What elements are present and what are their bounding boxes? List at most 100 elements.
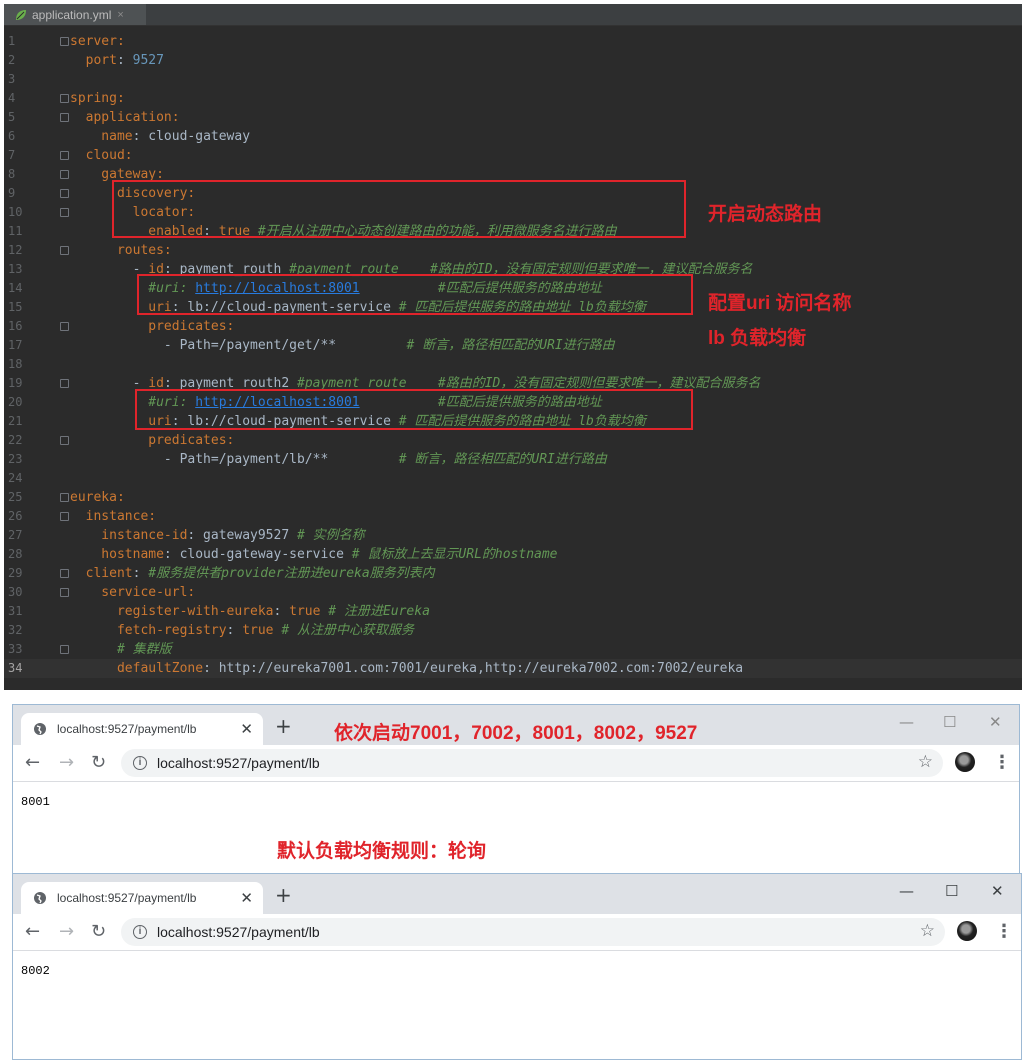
code-line[interactable]: 23 - Path=/payment/lb/** # 断言，路径相匹配的URI进… xyxy=(4,450,1022,469)
code-line[interactable]: 28 hostname: cloud-gateway-service # 鼠标放… xyxy=(4,545,1022,564)
code-token: service-url: xyxy=(70,585,196,600)
profile-avatar[interactable] xyxy=(957,921,977,941)
code-line[interactable]: 18 xyxy=(4,355,1022,374)
line-number: 22 xyxy=(8,433,23,447)
code-token: spring: xyxy=(70,91,125,106)
editor-tab-label: application.yml xyxy=(32,7,112,22)
code-line[interactable]: 3 xyxy=(4,70,1022,89)
fold-marker-icon[interactable] xyxy=(60,588,69,597)
highlight-discovery-box xyxy=(112,180,686,238)
fold-marker-icon[interactable] xyxy=(60,246,69,255)
line-number: 6 xyxy=(8,129,16,143)
fold-marker-icon[interactable] xyxy=(60,189,69,198)
code-token: port xyxy=(70,53,117,68)
code-line[interactable]: 33 # 集群版 xyxy=(4,640,1022,659)
fold-marker-icon[interactable] xyxy=(60,170,69,179)
forward-button[interactable]: → xyxy=(59,921,74,942)
fold-marker-icon[interactable] xyxy=(60,113,69,122)
code-token: - Path=/payment/lb/** xyxy=(70,452,399,467)
code-line[interactable]: 25 eureka: xyxy=(4,488,1022,507)
fold-marker-icon[interactable] xyxy=(60,645,69,654)
code-token: predicates: xyxy=(70,319,235,334)
code-line[interactable]: 12 routes: xyxy=(4,241,1022,260)
code-text: - Path=/payment/get/** # 断言，路径相匹配的URI进行路… xyxy=(70,336,615,355)
code-line[interactable]: 26 instance: xyxy=(4,507,1022,526)
tab-close-icon[interactable]: ✕ xyxy=(240,889,253,907)
code-line[interactable]: 27 instance-id: gateway9527 # 实例名称 xyxy=(4,526,1022,545)
bookmark-star-icon[interactable]: ☆ xyxy=(918,752,933,772)
maximize-button[interactable]: ☐ xyxy=(943,713,956,731)
code-text: application: xyxy=(70,108,180,127)
code-line[interactable]: 32 fetch-registry: true # 从注册中心获取服务 xyxy=(4,621,1022,640)
browser-menu-icon[interactable]: ⋮ xyxy=(995,921,1013,942)
window-close-button[interactable]: ✕ xyxy=(989,713,1002,731)
browser-menu-icon[interactable]: ⋮ xyxy=(993,752,1011,773)
code-line[interactable]: 29 client: #服务提供者provider注册进eureka服务列表内 xyxy=(4,564,1022,583)
back-button[interactable]: ← xyxy=(25,921,40,942)
code-line[interactable]: 17 - Path=/payment/get/** # 断言，路径相匹配的URI… xyxy=(4,336,1022,355)
code-line[interactable]: 2 port: 9527 xyxy=(4,51,1022,70)
fold-marker-icon[interactable] xyxy=(60,37,69,46)
code-line[interactable]: 24 xyxy=(4,469,1022,488)
minimize-button[interactable]: — xyxy=(899,882,914,900)
fold-marker-icon[interactable] xyxy=(60,322,69,331)
new-tab-button[interactable]: + xyxy=(275,883,292,907)
info-icon[interactable]: i xyxy=(133,925,147,939)
bookmark-star-icon[interactable]: ☆ xyxy=(920,921,935,941)
code-text: server: xyxy=(70,32,125,51)
profile-avatar[interactable] xyxy=(955,752,975,772)
tab-close-icon[interactable]: ✕ xyxy=(240,720,253,738)
code-line[interactable]: 5 application: xyxy=(4,108,1022,127)
fold-marker-icon[interactable] xyxy=(60,94,69,103)
code-token: # 断言，路径相匹配的URI进行路由 xyxy=(398,452,607,467)
code-token: : xyxy=(132,566,149,581)
code-line[interactable]: 1 server: xyxy=(4,32,1022,51)
code-line[interactable]: 34 defaultZone: http://eureka7001.com:70… xyxy=(4,659,1022,678)
code-token: client xyxy=(70,566,133,581)
code-token: : xyxy=(116,53,133,68)
address-bar[interactable]: i localhost:9527/payment/lb ☆ xyxy=(121,749,943,777)
maximize-button[interactable]: ☐ xyxy=(945,882,958,900)
line-number: 14 xyxy=(8,281,23,295)
fold-marker-icon[interactable] xyxy=(60,493,69,502)
line-number: 9 xyxy=(8,186,16,200)
code-text: port: 9527 xyxy=(70,51,164,70)
browser-window-2: localhost:9527/payment/lb ✕ + — ☐ ✕ ← → … xyxy=(12,873,1022,1060)
code-line[interactable]: 6 name: cloud-gateway xyxy=(4,127,1022,146)
browser-tab[interactable]: localhost:9527/payment/lb ✕ xyxy=(21,713,263,745)
new-tab-button[interactable]: + xyxy=(275,714,292,738)
forward-button[interactable]: → xyxy=(59,752,74,773)
code-line[interactable]: 16 predicates: xyxy=(4,317,1022,336)
line-number: 16 xyxy=(8,319,23,333)
back-button[interactable]: ← xyxy=(25,752,40,773)
code-line[interactable]: 22 predicates: xyxy=(4,431,1022,450)
code-line[interactable]: 31 register-with-eureka: true # 注册进Eurek… xyxy=(4,602,1022,621)
line-number: 29 xyxy=(8,566,23,580)
code-token: # 鼠标放上去显示URL的hostname xyxy=(351,547,558,562)
fold-marker-icon[interactable] xyxy=(60,512,69,521)
minimize-button[interactable]: — xyxy=(899,713,914,731)
fold-marker-icon[interactable] xyxy=(60,379,69,388)
code-token: : cloud-gateway xyxy=(132,129,251,144)
code-token: true xyxy=(242,623,282,638)
fold-marker-icon[interactable] xyxy=(60,208,69,217)
code-line[interactable]: 7 cloud: xyxy=(4,146,1022,165)
reload-button[interactable]: ↻ xyxy=(91,921,106,942)
info-icon[interactable]: i xyxy=(133,756,147,770)
fold-marker-icon[interactable] xyxy=(60,569,69,578)
close-icon[interactable]: × xyxy=(117,9,123,21)
window-close-button[interactable]: ✕ xyxy=(991,882,1004,900)
address-bar[interactable]: i localhost:9527/payment/lb ☆ xyxy=(121,918,945,946)
code-area[interactable]: 1 server: 2 port: 9527 3 4 spring: 5 applicati… xyxy=(4,26,1022,690)
highlight-uri-box-2 xyxy=(135,389,693,430)
reload-button[interactable]: ↻ xyxy=(91,752,106,773)
line-number: 20 xyxy=(8,395,23,409)
code-token: register-with-eureka xyxy=(70,604,274,619)
editor-tab-application-yml[interactable]: application.yml × xyxy=(4,4,146,25)
fold-marker-icon[interactable] xyxy=(60,151,69,160)
fold-marker-icon[interactable] xyxy=(60,436,69,445)
code-line[interactable]: 4 spring: xyxy=(4,89,1022,108)
code-line[interactable]: 30 service-url: xyxy=(4,583,1022,602)
browser-tab[interactable]: localhost:9527/payment/lb ✕ xyxy=(21,882,263,914)
line-number: 30 xyxy=(8,585,23,599)
